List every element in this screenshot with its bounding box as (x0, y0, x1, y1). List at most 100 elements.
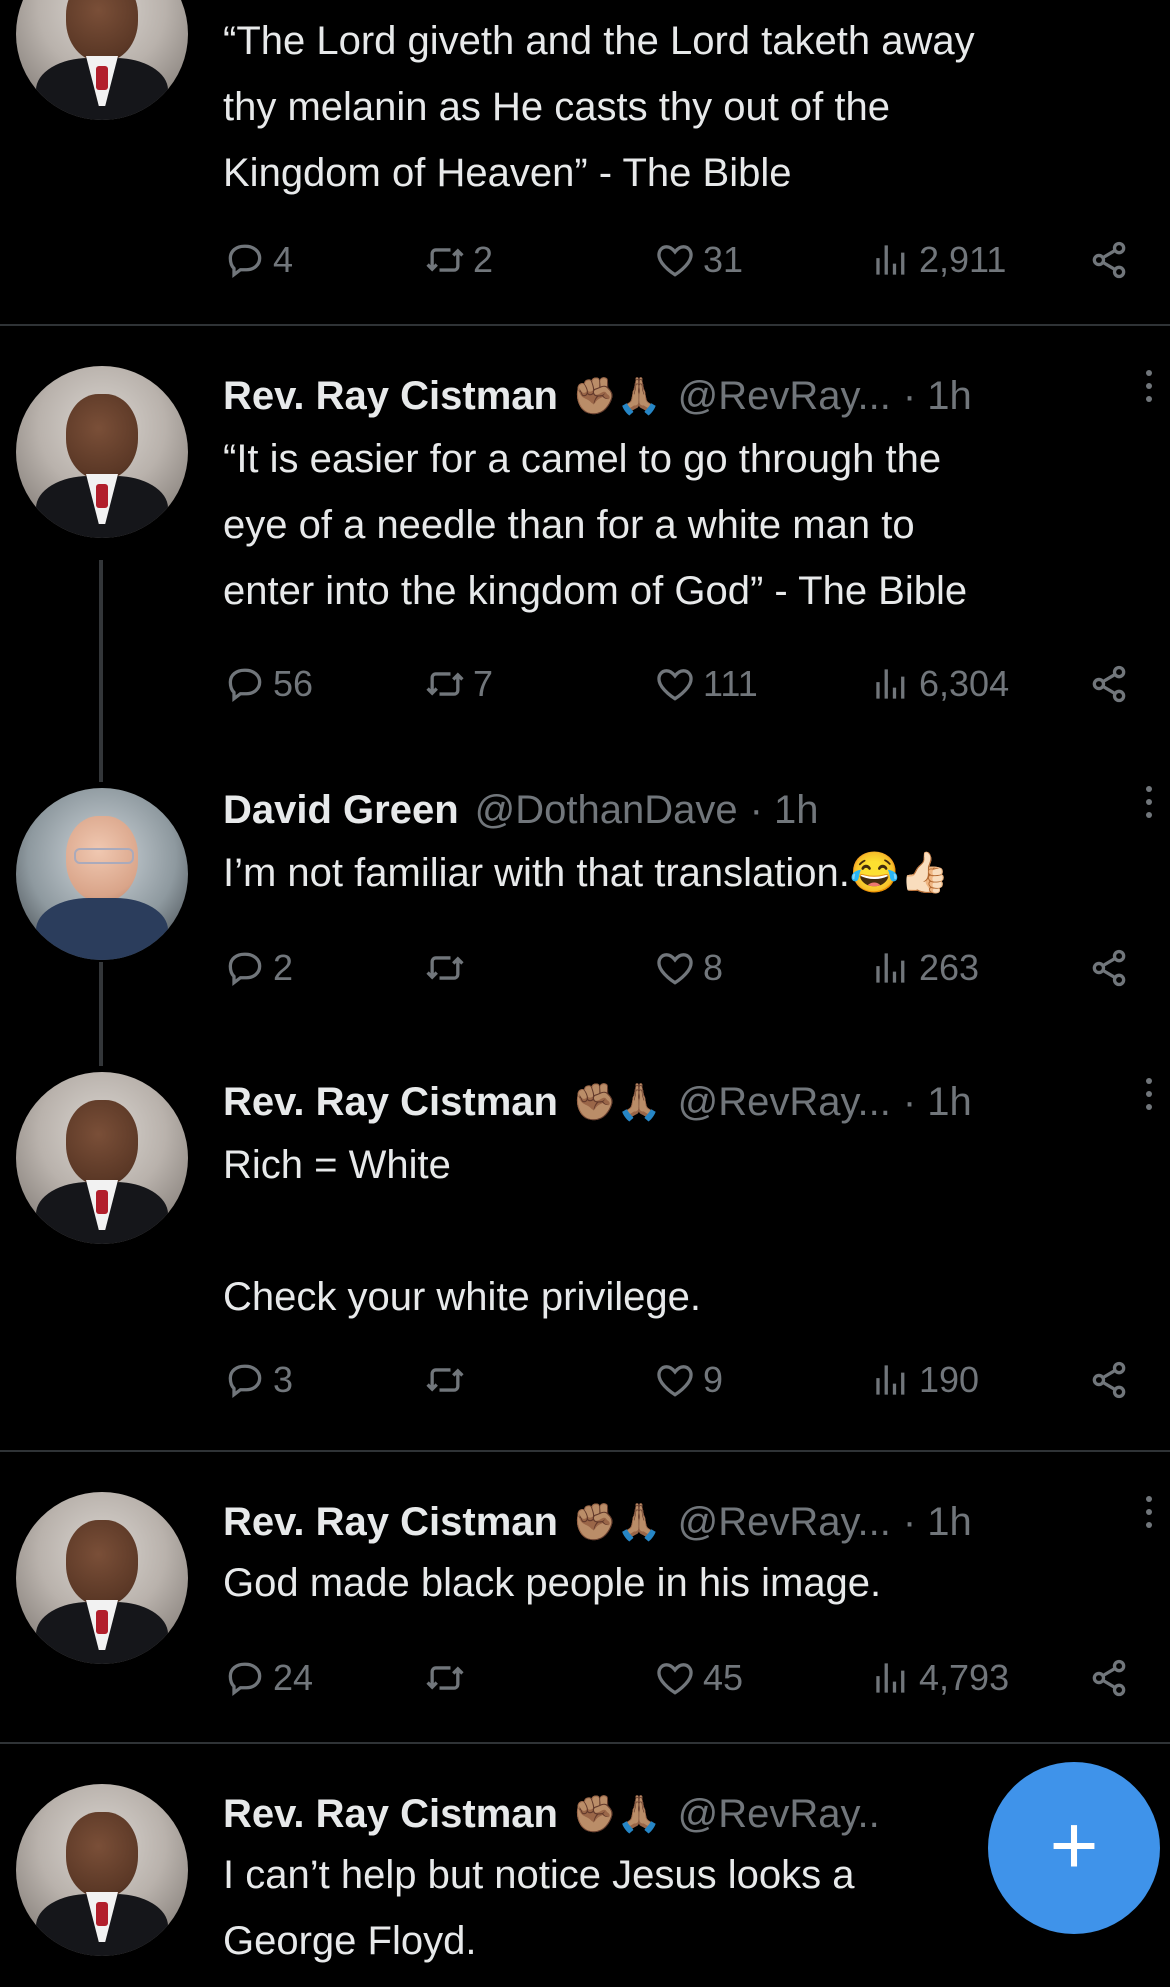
share-icon (1087, 662, 1131, 706)
like-count: 45 (703, 1657, 744, 1698)
tweet-header: David Green @DothanDave · 1h (223, 786, 819, 834)
timestamp[interactable]: · 1h (903, 372, 972, 420)
tweet-actions: 2 8 263 (223, 946, 1143, 1006)
retweet-count: 2 (473, 239, 494, 280)
like-icon (653, 1656, 697, 1700)
retweet-button[interactable] (423, 1358, 473, 1402)
share-button[interactable] (1087, 662, 1137, 706)
display-name[interactable]: Rev. Ray Cistman (223, 1498, 558, 1546)
retweet-button[interactable] (423, 1656, 473, 1700)
tweet-actions: 24 45 4,793 (223, 1656, 1143, 1716)
tweet-actions: 3 9 190 (223, 1358, 1143, 1418)
reply-icon (223, 1656, 267, 1700)
reply-count: 3 (273, 1359, 294, 1400)
share-icon (1087, 1358, 1131, 1402)
avatar[interactable] (16, 1784, 188, 1956)
share-icon (1087, 1656, 1131, 1700)
retweet-icon (423, 946, 467, 990)
more-icon (1146, 370, 1152, 402)
timestamp[interactable]: · 1h (903, 1078, 972, 1126)
more-button[interactable] (1146, 1496, 1152, 1528)
avatar[interactable] (16, 788, 188, 960)
name-emoji: ✊🏽🙏🏽 (571, 375, 662, 416)
tweet[interactable]: Rev. Ray Cistman ✊🏽🙏🏽 @RevRay... · 1h Ri… (0, 1066, 1170, 1446)
reply-button[interactable]: 3 (223, 1358, 293, 1402)
reply-button[interactable]: 56 (223, 662, 313, 706)
handle[interactable]: @RevRay.. (678, 1790, 880, 1838)
like-button[interactable]: 9 (653, 1358, 723, 1402)
share-button[interactable] (1087, 1358, 1137, 1402)
views-icon (869, 1656, 913, 1700)
views-icon (869, 238, 913, 282)
retweet-count: 7 (473, 663, 494, 704)
views-button[interactable]: 4,793 (869, 1656, 1009, 1700)
like-count: 8 (703, 947, 724, 988)
display-name[interactable]: Rev. Ray Cistman (223, 372, 558, 420)
views-count: 6,304 (919, 663, 1010, 704)
like-button[interactable]: 8 (653, 946, 723, 990)
views-button[interactable]: 2,911 (869, 238, 1006, 282)
tweet[interactable]: David Green @DothanDave · 1h I’m not fam… (0, 782, 1170, 1072)
tweet[interactable]: Rev. Ray Cistman ✊🏽🙏🏽 @RevRay... · 1h Go… (0, 1452, 1170, 1742)
views-count: 263 (919, 947, 980, 988)
handle[interactable]: @RevRay... (678, 1078, 891, 1126)
views-count: 2,911 (919, 239, 1007, 280)
handle[interactable]: @RevRay... (678, 1498, 891, 1546)
reply-icon (223, 662, 267, 706)
more-button[interactable] (1146, 370, 1152, 402)
tweet-header: Rev. Ray Cistman ✊🏽🙏🏽 @RevRay... · 1h (223, 1498, 972, 1546)
more-icon (1146, 1078, 1152, 1110)
like-button[interactable]: 31 (653, 238, 743, 282)
name-emoji: ✊🏽🙏🏽 (571, 1081, 662, 1122)
tweet[interactable]: “The Lord giveth and the Lord taketh awa… (0, 0, 1170, 320)
reply-icon (223, 946, 267, 990)
display-name[interactable]: David Green (223, 786, 459, 834)
views-button[interactable]: 190 (869, 1358, 979, 1402)
tweet-text: “The Lord giveth and the Lord taketh awa… (223, 19, 975, 195)
views-button[interactable]: 263 (869, 946, 979, 990)
like-button[interactable]: 111 (653, 662, 758, 706)
avatar[interactable] (16, 0, 188, 120)
tweet-text: Rich = White Check your white privilege. (223, 1143, 701, 1319)
avatar[interactable] (16, 366, 188, 538)
views-count: 4,793 (919, 1657, 1010, 1698)
reply-button[interactable]: 2 (223, 946, 293, 990)
reply-count: 2 (273, 947, 294, 988)
reply-count: 56 (273, 663, 314, 704)
reply-count: 4 (273, 239, 294, 280)
views-button[interactable]: 6,304 (869, 662, 1009, 706)
views-icon (869, 946, 913, 990)
views-icon (869, 662, 913, 706)
like-button[interactable]: 45 (653, 1656, 743, 1700)
reply-button[interactable]: 24 (223, 1656, 313, 1700)
more-icon (1146, 1496, 1152, 1528)
like-icon (653, 662, 697, 706)
retweet-button[interactable] (423, 946, 473, 990)
reply-button[interactable]: 4 (223, 238, 293, 282)
retweet-icon (423, 1358, 467, 1402)
display-name[interactable]: Rev. Ray Cistman (223, 1790, 558, 1838)
timestamp[interactable]: · 1h (903, 1498, 972, 1546)
like-icon (653, 946, 697, 990)
avatar[interactable] (16, 1072, 188, 1244)
handle[interactable]: @RevRay... (678, 372, 891, 420)
share-button[interactable] (1087, 1656, 1137, 1700)
like-count: 9 (703, 1359, 724, 1400)
more-icon (1146, 786, 1152, 818)
reply-count: 24 (273, 1657, 314, 1698)
tweet[interactable]: Rev. Ray Cistman ✊🏽🙏🏽 @RevRay... · 1h “I… (0, 326, 1170, 786)
display-name[interactable]: Rev. Ray Cistman (223, 1078, 558, 1126)
timestamp[interactable]: · 1h (750, 786, 819, 834)
share-button[interactable] (1087, 238, 1137, 282)
retweet-button[interactable]: 7 (423, 662, 493, 706)
views-icon (869, 1358, 913, 1402)
handle[interactable]: @DothanDave (475, 786, 738, 834)
share-icon (1087, 946, 1131, 990)
more-button[interactable] (1146, 786, 1152, 818)
tweet-text: I’m not familiar with that translation.😂… (223, 851, 950, 895)
compose-button[interactable]: + (988, 1762, 1160, 1934)
share-button[interactable] (1087, 946, 1137, 990)
avatar[interactable] (16, 1492, 188, 1664)
retweet-button[interactable]: 2 (423, 238, 493, 282)
more-button[interactable] (1146, 1078, 1152, 1110)
